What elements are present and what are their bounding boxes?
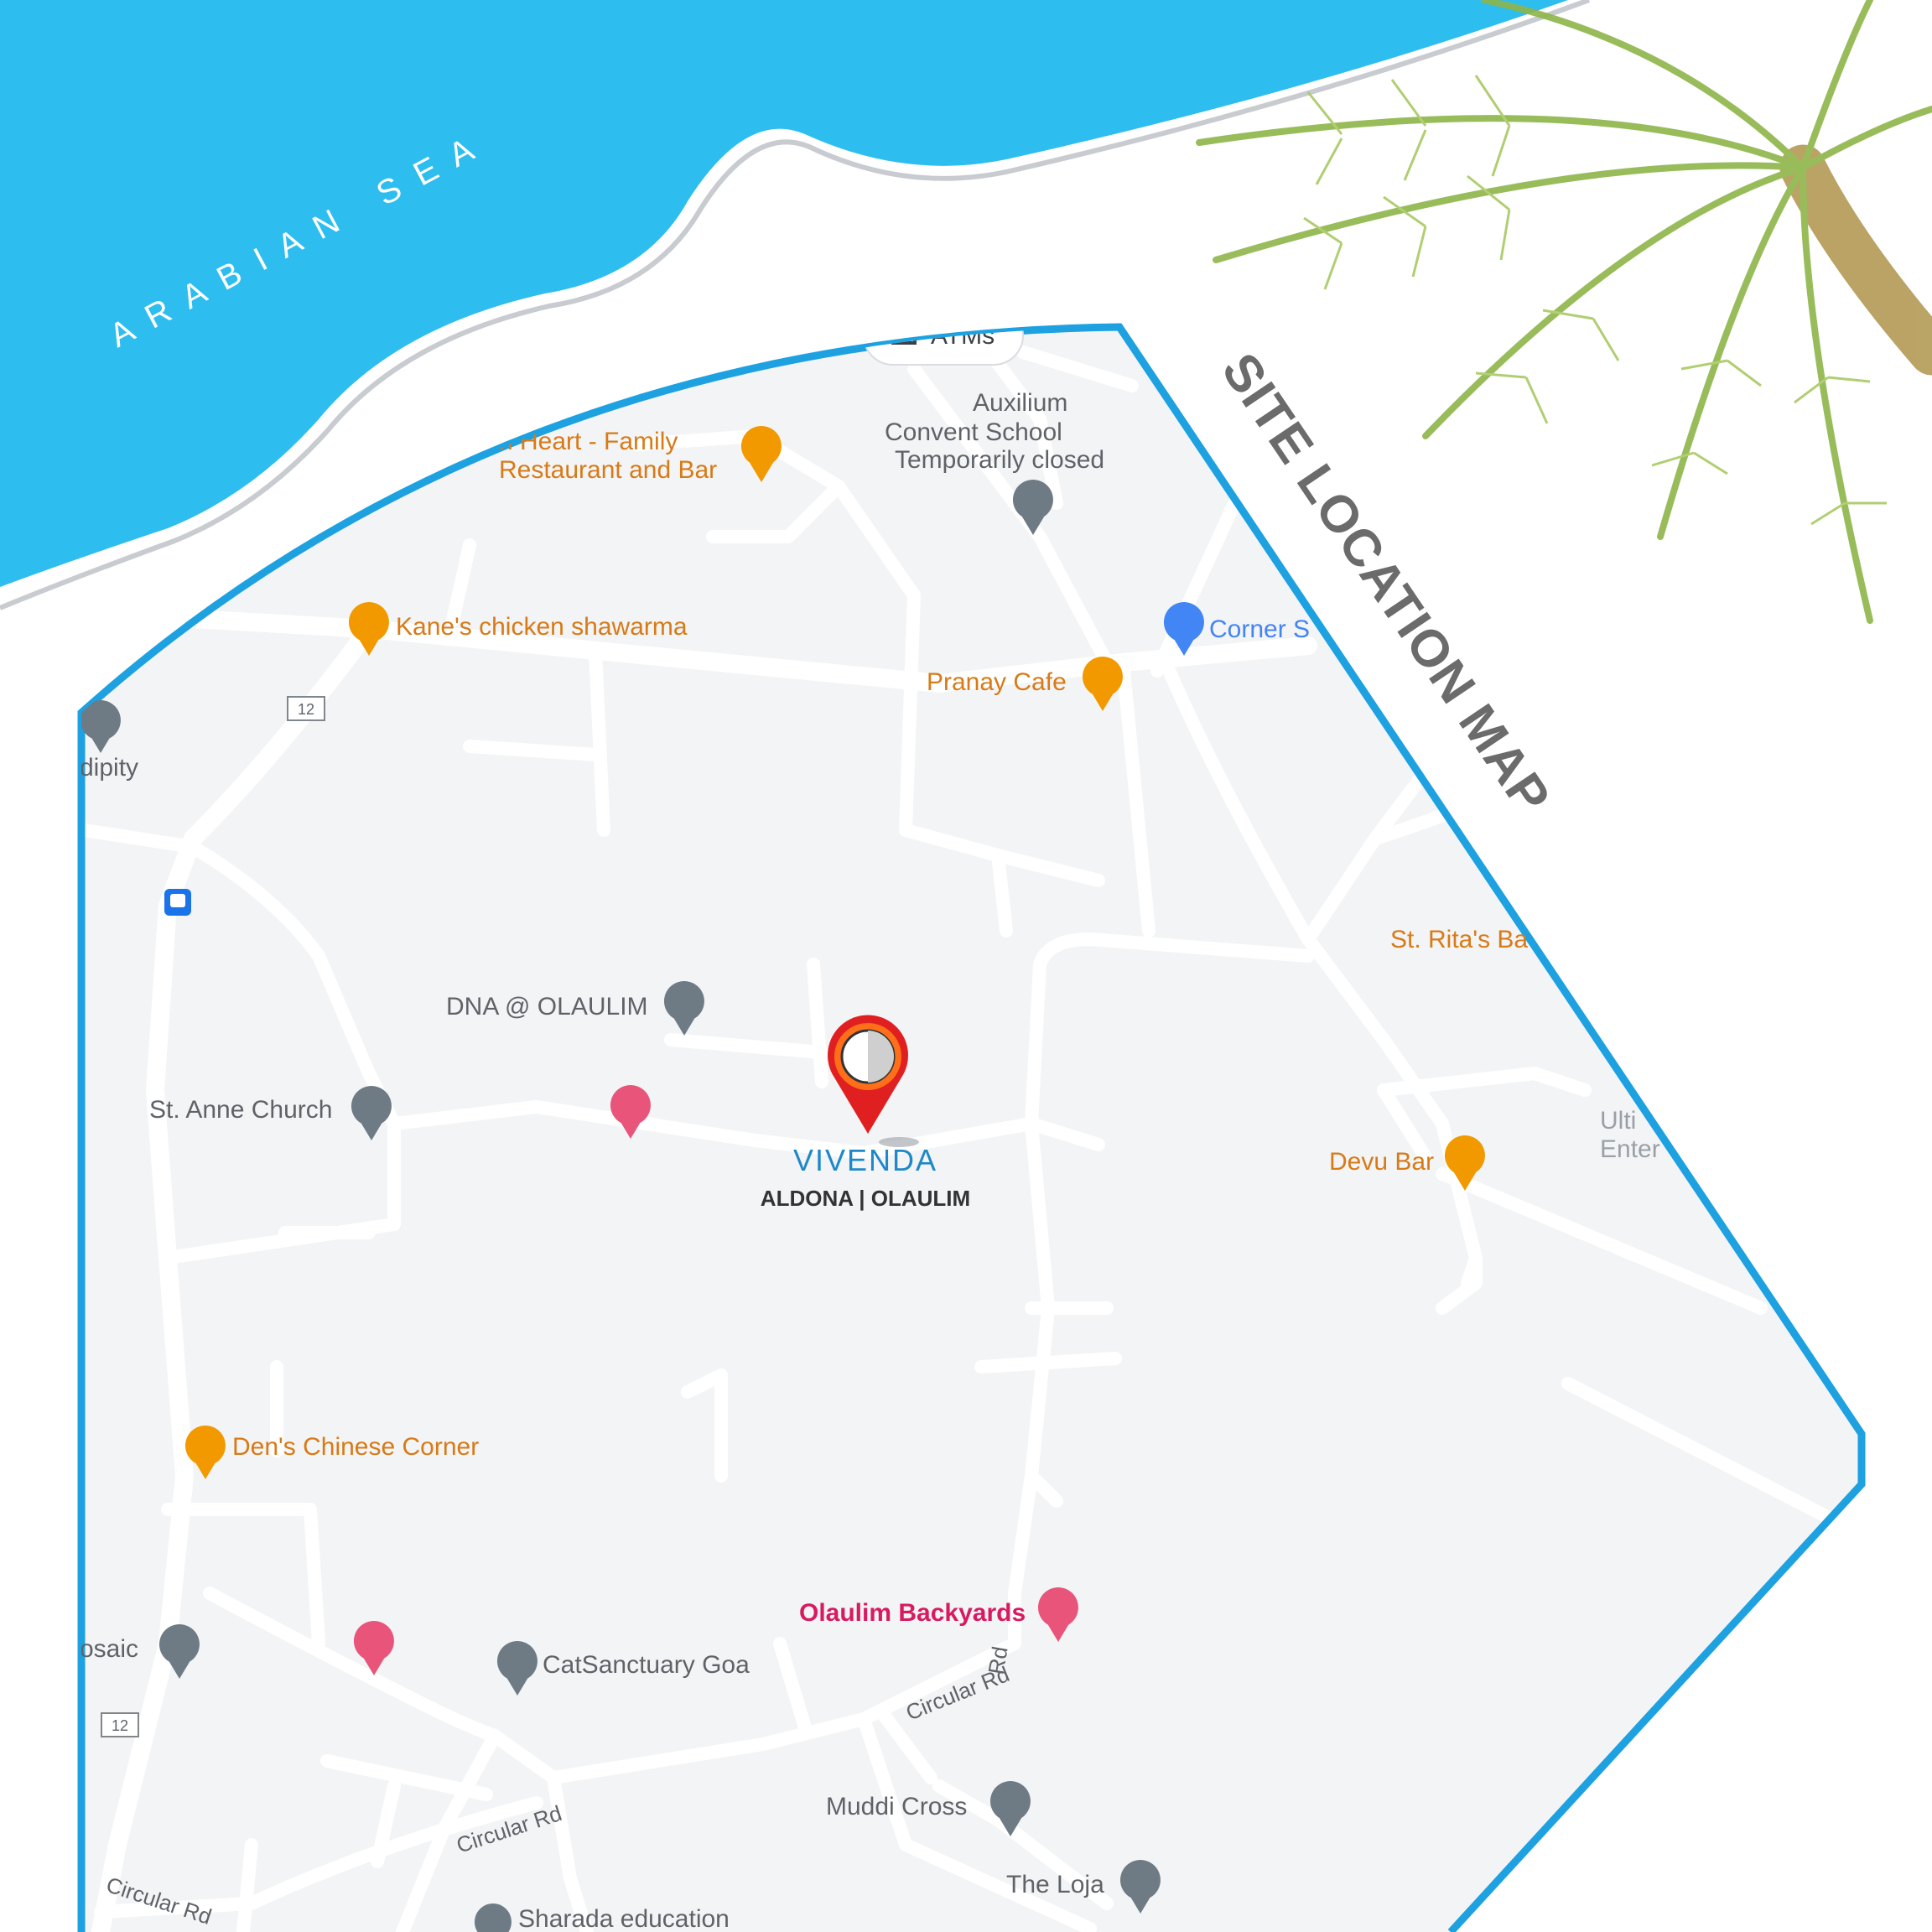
site-location-map-page: SITE LOCATION MAP A R A B I A N S E A AT… [0, 0, 1932, 1932]
poi-label: n Heart - Family [499, 428, 678, 455]
map-artwork: SITE LOCATION MAP A R A B I A N S E A AT… [0, 0, 1932, 1932]
svg-text:12: 12 [112, 1717, 128, 1734]
poi-label: DNA @ OLAULIM [446, 993, 648, 1021]
site-name: VIVENDA [793, 1143, 937, 1177]
poi-label: Auxilium [973, 389, 1067, 417]
poi-label: CatSanctuary Goa [543, 1651, 750, 1679]
poi-label: Corner S [1209, 615, 1310, 643]
poi-label-line2: Restaurant and Bar [499, 456, 717, 484]
poi-st-ritas-bar[interactable]: St. Rita's Ba [1390, 926, 1528, 953]
palm-tree-icon [1196, 0, 1932, 624]
road-label-rd: Rd [983, 1644, 1012, 1676]
poi-label: The Loja [1006, 1871, 1104, 1898]
poi-label: St. Anne Church [149, 1096, 332, 1124]
poi-label: Devu Bar [1329, 1148, 1434, 1176]
poi-label-line2: Convent School [885, 418, 1062, 446]
poi-note: Temporarily closed [895, 446, 1104, 474]
poi-label: St. Rita's Ba [1390, 926, 1528, 953]
poi-label: osaic [80, 1635, 138, 1663]
bus-stop-icon [164, 889, 191, 916]
poi-label: Den's Chinese Corner [232, 1433, 479, 1461]
poi-label: Muddi Cross [826, 1793, 967, 1820]
poi-label: Kane's chicken shawarma [396, 613, 688, 641]
route-badge: 12 [101, 1712, 139, 1737]
poi-label: Pranay Cafe [927, 668, 1067, 696]
svg-text:12: 12 [298, 701, 314, 718]
poi-label: Ulti [1600, 1107, 1636, 1135]
poi-label: Sharada education [518, 1905, 730, 1932]
poi-label-line2: Enter [1600, 1135, 1660, 1163]
route-badge: 12 [287, 696, 325, 721]
poi-label: dipity [80, 754, 138, 782]
poi-label: Olaulim Backyards [799, 1599, 1026, 1627]
site-subtitle: ALDONA | OLAULIM [761, 1186, 970, 1211]
